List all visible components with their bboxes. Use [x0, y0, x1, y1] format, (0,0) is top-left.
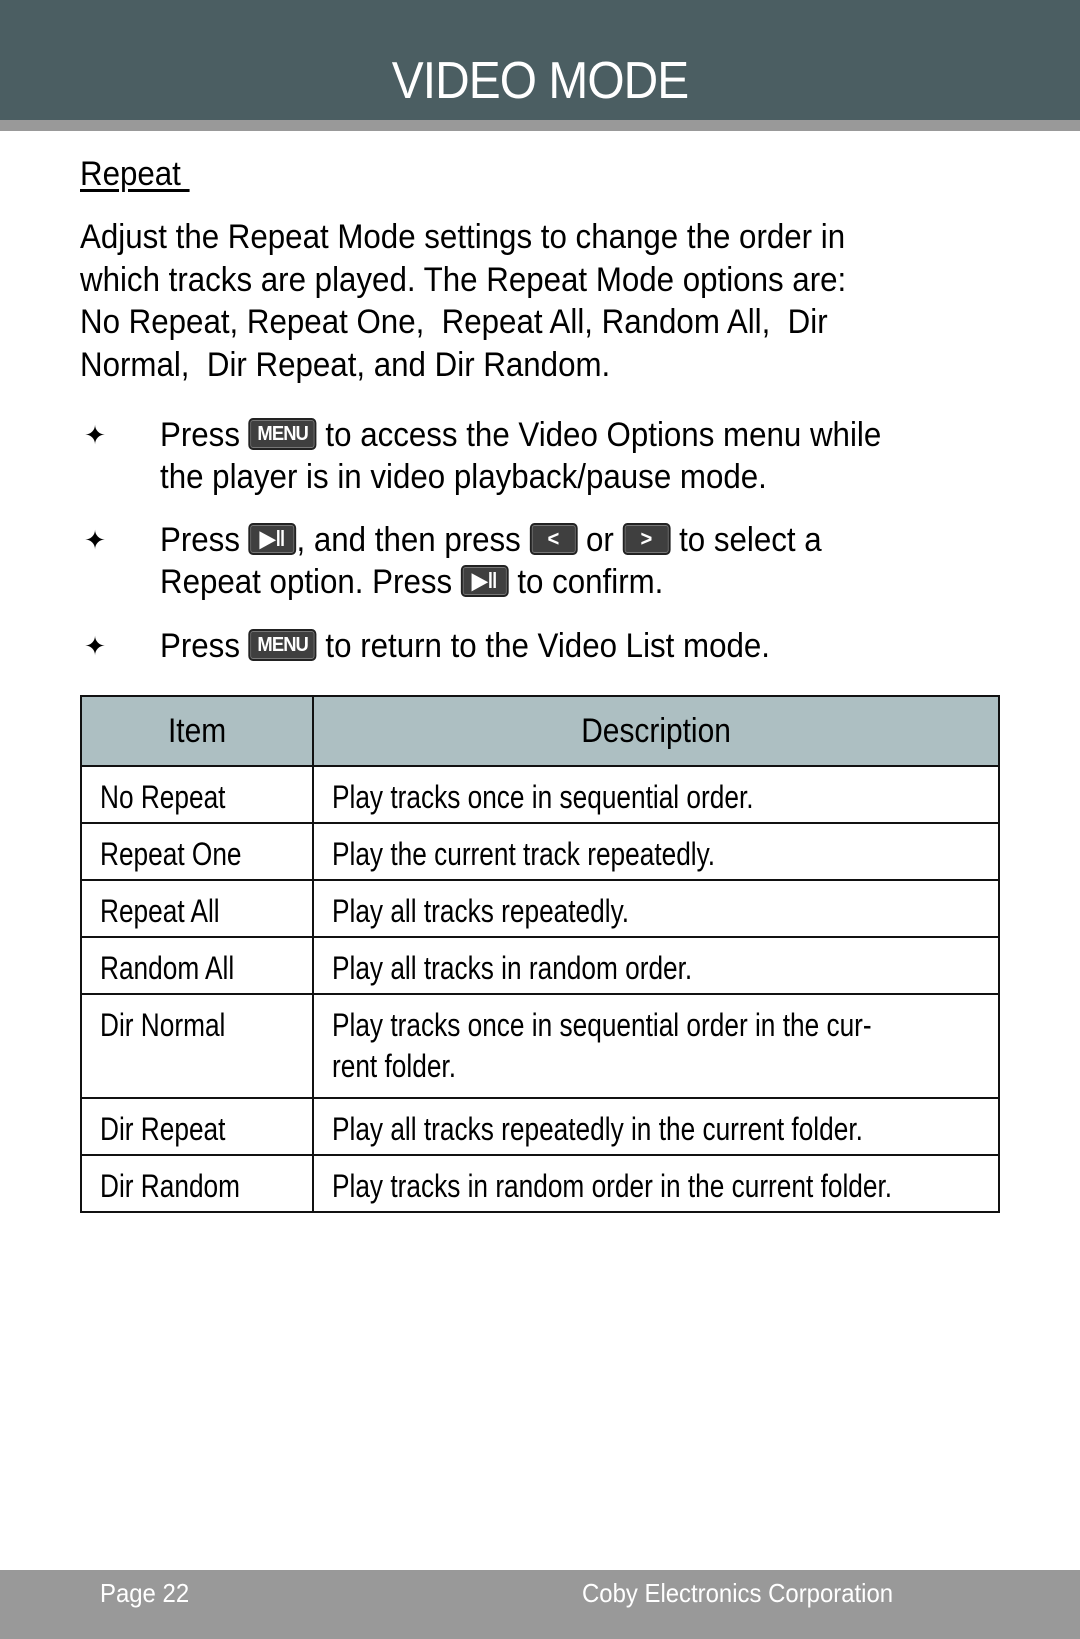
item-cell: Repeat All — [80, 879, 314, 938]
description-cell: Play all tracks repeatedly. — [312, 879, 1000, 938]
intro-paragraph: Adjust the Repeat Mode settings to chang… — [80, 216, 982, 386]
bullet-text: Press — [160, 521, 249, 559]
menu-button-icon: MENU — [248, 418, 317, 451]
table-row: Repeat One Play the current track repeat… — [80, 822, 1000, 881]
intro-line: which tracks are played. The Repeat Mode… — [80, 260, 847, 299]
bullet-text: Press — [160, 627, 249, 665]
page-title: VIDEO MODE — [391, 52, 689, 110]
table-row: Dir Random Play tracks in random order i… — [80, 1154, 1000, 1213]
bullet-text: to access the Video Options menu while — [316, 416, 882, 454]
bullet-text: to confirm. — [508, 563, 664, 601]
bullet-text: Press — [160, 416, 249, 454]
item-cell: Repeat One — [80, 822, 314, 881]
description-cell: Play tracks once in sequential order in … — [312, 993, 1000, 1099]
column-header-description: Description — [312, 695, 1000, 767]
table-row: Repeat All Play all tracks repeatedly. — [80, 879, 1000, 938]
table-row: Random All Play all tracks in random ord… — [80, 936, 1000, 995]
description-cell: Play all tracks in random order. — [312, 936, 1000, 995]
column-header-item: Item — [80, 695, 314, 767]
item-cell: Dir Repeat — [80, 1097, 314, 1156]
item-cell: Dir Random — [80, 1154, 314, 1213]
table-header-row: Item Description — [80, 695, 1000, 767]
four-point-star-bullet-icon: ✦ — [84, 420, 106, 450]
menu-button-icon: MENU — [248, 629, 317, 662]
table-row: Dir Normal Play tracks once in sequentia… — [80, 993, 1000, 1099]
table-row: Dir Repeat Play all tracks repeatedly in… — [80, 1097, 1000, 1156]
four-point-star-bullet-icon: ✦ — [84, 525, 106, 555]
play-pause-button-icon: ▶‖ — [460, 565, 509, 598]
intro-line: Normal, Dir Repeat, and Dir Random. — [80, 345, 611, 384]
item-cell: No Repeat — [80, 765, 314, 824]
item-cell: Dir Normal — [80, 993, 314, 1099]
bullet-text: to select a — [670, 521, 822, 559]
description-cell: Play tracks in random order in the curre… — [312, 1154, 1000, 1213]
table-row: No Repeat Play tracks once in sequential… — [80, 765, 1000, 824]
intro-line: No Repeat, Repeat One, Repeat All, Rando… — [80, 303, 828, 341]
description-cell: Play the current track repeatedly. — [312, 822, 1000, 881]
section-heading-repeat: Repeat — [80, 155, 190, 193]
description-cell: Play all tracks repeatedly in the curren… — [312, 1097, 1000, 1156]
bullet-text: to return to the Video List mode. — [316, 627, 770, 665]
right-arrow-button-icon: > — [622, 523, 671, 556]
company-name: Coby Electronics Corporation — [582, 1578, 894, 1608]
intro-line: Adjust the Repeat Mode settings to chang… — [80, 218, 846, 256]
repeat-options-table: Item Description No Repeat Play tracks o… — [80, 695, 1000, 1213]
bullet-text: the player is in video playback/pause mo… — [160, 458, 767, 496]
left-arrow-button-icon: < — [529, 523, 578, 556]
play-pause-button-icon: ▶‖ — [248, 523, 297, 556]
bullet-text: Repeat option. Press — [160, 563, 461, 601]
description-cell: Play tracks once in sequential order. — [312, 765, 1000, 824]
header-divider-strip — [0, 120, 1080, 131]
four-point-star-bullet-icon: ✦ — [84, 631, 106, 661]
page-number: Page 22 — [100, 1578, 190, 1608]
bullet-text: or — [577, 521, 623, 559]
bullet-text: , and then press — [296, 521, 530, 559]
item-cell: Random All — [80, 936, 314, 995]
